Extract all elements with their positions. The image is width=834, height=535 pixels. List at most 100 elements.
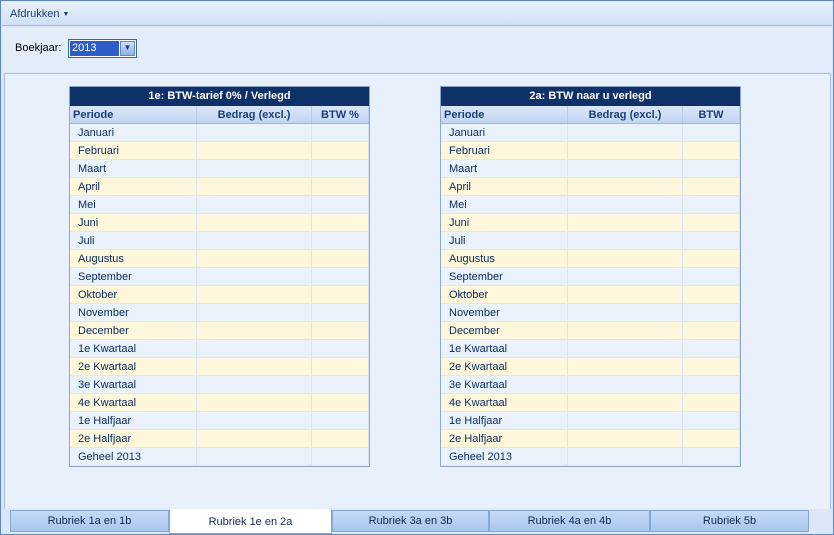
periode-cell[interactable]: April	[70, 178, 197, 195]
periode-cell[interactable]: Oktober	[441, 286, 568, 303]
bedrag-cell[interactable]	[197, 412, 312, 429]
column-header-periode[interactable]: Periode	[441, 106, 568, 123]
table-row[interactable]: 1e Kwartaal	[70, 340, 369, 358]
periode-cell[interactable]: 3e Kwartaal	[441, 376, 568, 393]
btw-cell[interactable]	[312, 142, 369, 159]
column-header-btw[interactable]: BTW	[683, 106, 740, 123]
bedrag-cell[interactable]	[197, 286, 312, 303]
bedrag-cell[interactable]	[197, 142, 312, 159]
periode-cell[interactable]: 4e Kwartaal	[70, 394, 197, 411]
periode-cell[interactable]: 2e Halfjaar	[441, 430, 568, 447]
bedrag-cell[interactable]	[197, 430, 312, 447]
bedrag-cell[interactable]	[197, 232, 312, 249]
bedrag-cell[interactable]	[568, 232, 683, 249]
btw-cell[interactable]	[683, 376, 740, 393]
tab-rubriek-4a-4b[interactable]: Rubriek 4a en 4b	[489, 510, 650, 532]
bedrag-cell[interactable]	[197, 268, 312, 285]
table-row[interactable]: Oktober	[70, 286, 369, 304]
table-row[interactable]: Geheel 2013	[70, 448, 369, 466]
table-row[interactable]: 1e Kwartaal	[441, 340, 740, 358]
table-row[interactable]: Geheel 2013	[441, 448, 740, 466]
periode-cell[interactable]: Geheel 2013	[70, 448, 197, 465]
table-row[interactable]: Juli	[70, 232, 369, 250]
periode-cell[interactable]: 2e Kwartaal	[70, 358, 197, 375]
bedrag-cell[interactable]	[568, 142, 683, 159]
btw-cell[interactable]	[312, 124, 369, 141]
periode-cell[interactable]: 3e Kwartaal	[70, 376, 197, 393]
periode-cell[interactable]: Januari	[70, 124, 197, 141]
table-row[interactable]: 4e Kwartaal	[441, 394, 740, 412]
periode-cell[interactable]: November	[441, 304, 568, 321]
chevron-down-icon[interactable]: ▼	[120, 41, 135, 56]
btw-cell[interactable]	[683, 304, 740, 321]
btw-cell[interactable]	[312, 322, 369, 339]
bedrag-cell[interactable]	[197, 196, 312, 213]
table-row[interactable]: Februari	[441, 142, 740, 160]
table-row[interactable]: Maart	[70, 160, 369, 178]
bedrag-cell[interactable]	[568, 340, 683, 357]
btw-cell[interactable]	[683, 250, 740, 267]
periode-cell[interactable]: 2e Halfjaar	[70, 430, 197, 447]
btw-cell[interactable]	[312, 286, 369, 303]
bedrag-cell[interactable]	[568, 250, 683, 267]
table-row[interactable]: Januari	[70, 124, 369, 142]
btw-cell[interactable]	[312, 178, 369, 195]
table-row[interactable]: December	[70, 322, 369, 340]
btw-cell[interactable]	[312, 196, 369, 213]
table-row[interactable]: Juni	[70, 214, 369, 232]
table-row[interactable]: April	[441, 178, 740, 196]
bedrag-cell[interactable]	[197, 250, 312, 267]
btw-cell[interactable]	[312, 430, 369, 447]
bedrag-cell[interactable]	[568, 358, 683, 375]
btw-cell[interactable]	[683, 340, 740, 357]
bedrag-cell[interactable]	[568, 412, 683, 429]
periode-cell[interactable]: Maart	[441, 160, 568, 177]
periode-cell[interactable]: Juli	[70, 232, 197, 249]
table-row[interactable]: 3e Kwartaal	[441, 376, 740, 394]
periode-cell[interactable]: Maart	[70, 160, 197, 177]
periode-cell[interactable]: Januari	[441, 124, 568, 141]
bedrag-cell[interactable]	[197, 160, 312, 177]
tab-rubriek-3a-3b[interactable]: Rubriek 3a en 3b	[332, 510, 489, 532]
bedrag-cell[interactable]	[197, 178, 312, 195]
bedrag-cell[interactable]	[568, 196, 683, 213]
btw-cell[interactable]	[683, 160, 740, 177]
tab-rubriek-1e-2a[interactable]: Rubriek 1e en 2a	[169, 509, 332, 534]
bedrag-cell[interactable]	[197, 376, 312, 393]
btw-cell[interactable]	[683, 322, 740, 339]
table-row[interactable]: Maart	[441, 160, 740, 178]
table-row[interactable]: 2e Kwartaal	[441, 358, 740, 376]
table-row[interactable]: Augustus	[441, 250, 740, 268]
column-header-periode[interactable]: Periode	[70, 106, 197, 123]
btw-cell[interactable]	[312, 232, 369, 249]
table-row[interactable]: September	[70, 268, 369, 286]
bedrag-cell[interactable]	[197, 358, 312, 375]
btw-cell[interactable]	[683, 268, 740, 285]
periode-cell[interactable]: Februari	[441, 142, 568, 159]
bedrag-cell[interactable]	[197, 340, 312, 357]
bedrag-cell[interactable]	[197, 394, 312, 411]
btw-cell[interactable]	[683, 448, 740, 465]
boekjaar-select[interactable]: 2013 ▼	[68, 39, 137, 58]
column-header-bedrag[interactable]: Bedrag (excl.)	[197, 106, 312, 123]
periode-cell[interactable]: 1e Kwartaal	[441, 340, 568, 357]
table-row[interactable]: November	[70, 304, 369, 322]
periode-cell[interactable]: Augustus	[441, 250, 568, 267]
bedrag-cell[interactable]	[568, 376, 683, 393]
periode-cell[interactable]: Augustus	[70, 250, 197, 267]
periode-cell[interactable]: Geheel 2013	[441, 448, 568, 465]
periode-cell[interactable]: December	[70, 322, 197, 339]
table-row[interactable]: 4e Kwartaal	[70, 394, 369, 412]
btw-cell[interactable]	[683, 124, 740, 141]
btw-cell[interactable]	[312, 268, 369, 285]
tab-rubriek-5b[interactable]: Rubriek 5b	[650, 510, 809, 532]
btw-cell[interactable]	[312, 340, 369, 357]
table-row[interactable]: 1e Halfjaar	[70, 412, 369, 430]
periode-cell[interactable]: September	[441, 268, 568, 285]
periode-cell[interactable]: Oktober	[70, 286, 197, 303]
table-row[interactable]: Mei	[70, 196, 369, 214]
table-row[interactable]: April	[70, 178, 369, 196]
btw-cell[interactable]	[312, 376, 369, 393]
bedrag-cell[interactable]	[197, 322, 312, 339]
bedrag-cell[interactable]	[568, 430, 683, 447]
